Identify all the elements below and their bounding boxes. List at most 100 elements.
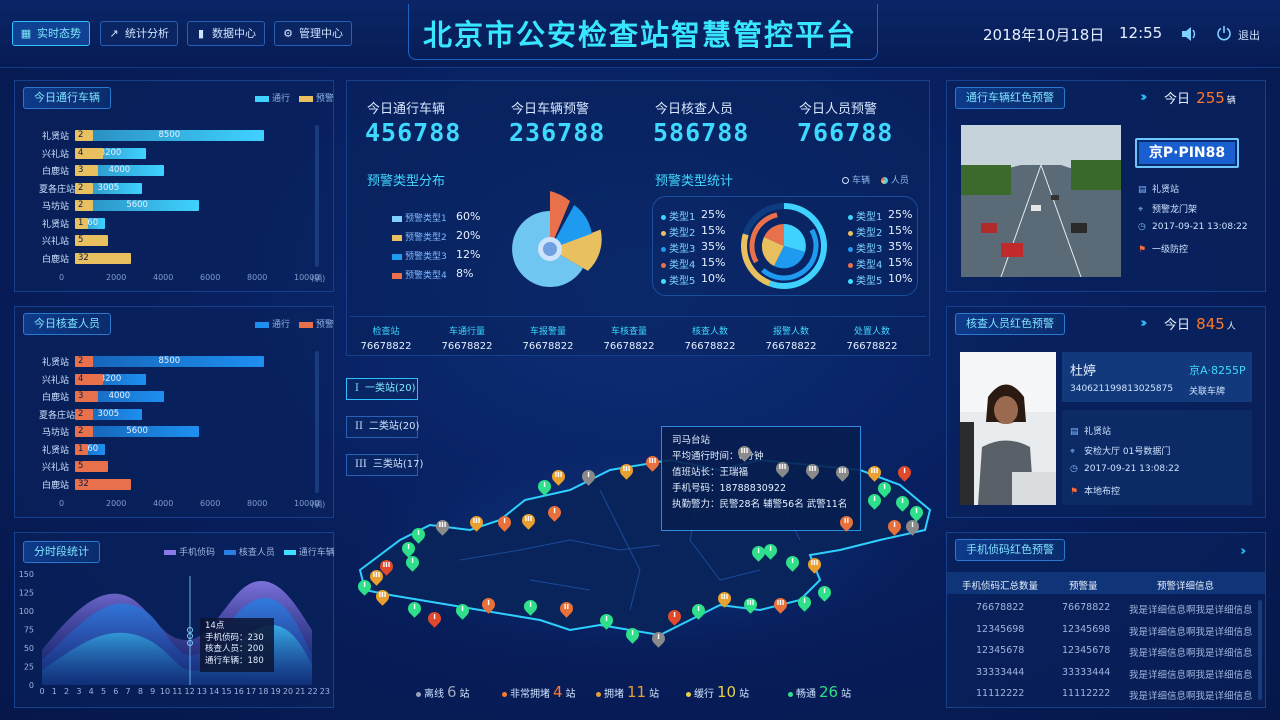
map-station-pin[interactable]: III xyxy=(865,463,884,483)
kpi-item: 处置人数 76678822 xyxy=(837,324,907,352)
bar-row: 白鹿站 4000 3 xyxy=(39,391,339,403)
map-station-pin[interactable]: III xyxy=(467,513,486,533)
legend-swatch-persons xyxy=(223,550,236,555)
status-dot xyxy=(686,691,691,697)
map-station-pin[interactable]: I xyxy=(761,541,780,561)
map-station-pin[interactable]: III xyxy=(373,587,392,607)
kpi-item: 核查人数 76678822 xyxy=(675,324,745,352)
pin-mark: I xyxy=(413,603,416,611)
map-station-pin[interactable]: I xyxy=(425,609,444,629)
pin-mark: I xyxy=(417,529,420,537)
map-station-pin[interactable]: I xyxy=(875,479,894,499)
map-station-pin[interactable]: I xyxy=(579,467,598,487)
dist-swatch xyxy=(392,234,402,241)
map-station-pin[interactable]: I xyxy=(355,577,374,597)
table-cell: 我是详细信息啊我是详细信息 xyxy=(1129,691,1253,702)
dist-value: 8% xyxy=(456,267,474,280)
map-station-pin[interactable]: I xyxy=(665,607,684,627)
map-station-pin[interactable]: I xyxy=(521,597,540,617)
map-station-pin[interactable]: I xyxy=(479,595,498,615)
info-value: 安检大厅 01号数据门 xyxy=(1084,447,1171,457)
map-station-pin[interactable]: I xyxy=(623,625,642,645)
map-station-pin[interactable]: III xyxy=(715,589,734,609)
map-station-pin[interactable]: I xyxy=(795,593,814,613)
map-station-pin[interactable]: III xyxy=(773,459,792,479)
map-station-pin[interactable]: I xyxy=(893,493,912,513)
map-station-pin[interactable]: I xyxy=(453,601,472,621)
scrollbar[interactable] xyxy=(1258,600,1262,700)
axis-tick: 8000 xyxy=(247,273,268,282)
pin-mark: I xyxy=(461,605,464,613)
map-station-pin[interactable]: I xyxy=(689,601,708,621)
map-station-pin[interactable]: I xyxy=(783,553,802,573)
map-station-pin[interactable]: II xyxy=(837,513,856,533)
location-pin-icon: ⌖ xyxy=(1070,447,1076,457)
map-station-pin[interactable]: III xyxy=(549,467,568,487)
kpi-label: 车核查量 xyxy=(610,327,647,337)
map-station-pin[interactable]: I xyxy=(885,517,904,537)
type-stat-legend: 车辆 人员 xyxy=(842,173,909,186)
map-station-pin[interactable]: I xyxy=(907,503,926,523)
map-station-pin[interactable]: I xyxy=(815,583,834,603)
chart-tooltip: 14点 手机侦码：230 核查人员：200 通行车辆：180 xyxy=(200,618,274,672)
map-station-pin[interactable]: I xyxy=(597,611,616,631)
nav-data-center[interactable]: ▮ 数据中心 xyxy=(187,21,265,46)
nav-management[interactable]: ⚙ 管理中心 xyxy=(274,21,352,46)
gear-icon: ⚙ xyxy=(283,27,293,40)
speaker-icon[interactable] xyxy=(1180,26,1198,42)
scrollbar[interactable] xyxy=(315,125,319,267)
axis-tick: 4000 xyxy=(153,499,174,508)
type-label: 类型4 xyxy=(669,260,696,271)
bar-row: 夏各庄站 3005 2 xyxy=(39,182,339,195)
status-unit: 站 xyxy=(739,689,750,700)
bar-pass: 8500 xyxy=(75,356,264,367)
map-station-pin[interactable]: III xyxy=(833,463,852,483)
status-item: 非常拥堵 4 站 xyxy=(502,683,576,701)
map-station-pin[interactable]: III xyxy=(803,461,822,481)
bar-value-pass: 8500 xyxy=(158,356,181,366)
map-station-pin[interactable]: I xyxy=(535,477,554,497)
kpi-item: 报警人数 76678822 xyxy=(756,324,826,352)
nav-statistics[interactable]: ↗ 统计分析 xyxy=(100,21,178,46)
bar-label: 礼贤站 xyxy=(41,358,69,368)
map-station-pin[interactable]: III xyxy=(367,567,386,587)
logout-link[interactable]: 退出 xyxy=(1238,27,1260,43)
category-mark: I xyxy=(355,383,359,394)
map-station-pin[interactable]: I xyxy=(405,599,424,619)
person-photo[interactable] xyxy=(960,352,1056,505)
map-station-pin[interactable]: I xyxy=(895,463,914,483)
map-station-pin[interactable]: I xyxy=(495,513,514,533)
map-station-pin[interactable]: III xyxy=(617,461,636,481)
tooltip-title: 14点 xyxy=(205,621,225,631)
map-station-pin[interactable]: III xyxy=(735,443,754,463)
nav-realtime[interactable]: ▦ 实时态势 xyxy=(12,21,90,46)
scrollbar[interactable] xyxy=(315,351,319,493)
bar-value-warn: 5 xyxy=(78,235,84,245)
alarm-icon: ⚑ xyxy=(1138,245,1147,255)
y-tick: 75 xyxy=(24,626,34,635)
map-station-pin[interactable]: III xyxy=(433,517,452,537)
car-photo[interactable] xyxy=(961,125,1121,277)
type-label: 类型2 xyxy=(856,228,883,239)
map-station-pin[interactable]: I xyxy=(403,553,422,573)
map-station-pin[interactable]: III xyxy=(771,595,790,615)
map-station-pin[interactable]: III xyxy=(519,511,538,531)
map-station-pin[interactable]: I xyxy=(545,503,564,523)
map-station-pin[interactable]: II xyxy=(557,599,576,619)
map-station-pin[interactable]: III xyxy=(805,555,824,575)
x-tick: 11 xyxy=(172,687,182,696)
map-station-pin[interactable]: III xyxy=(643,453,662,473)
clock-icon: ◷ xyxy=(1138,222,1146,232)
type-value: 15% xyxy=(701,224,726,237)
legend-swatch-phone xyxy=(164,550,176,555)
kpi-label: 检查站 xyxy=(372,327,400,337)
power-icon[interactable] xyxy=(1216,25,1232,41)
location-pin-icon: ⌖ xyxy=(1138,205,1144,215)
bar-warn: 4 xyxy=(75,147,103,159)
y-tick: 50 xyxy=(24,644,34,653)
map-station-pin[interactable]: III xyxy=(741,595,760,615)
map-station-pin[interactable]: I xyxy=(649,629,668,649)
station-category-button[interactable]: I 一类站(20) xyxy=(346,378,418,400)
axis-unit: (辆) xyxy=(311,500,326,509)
status-unit: 站 xyxy=(459,689,470,700)
